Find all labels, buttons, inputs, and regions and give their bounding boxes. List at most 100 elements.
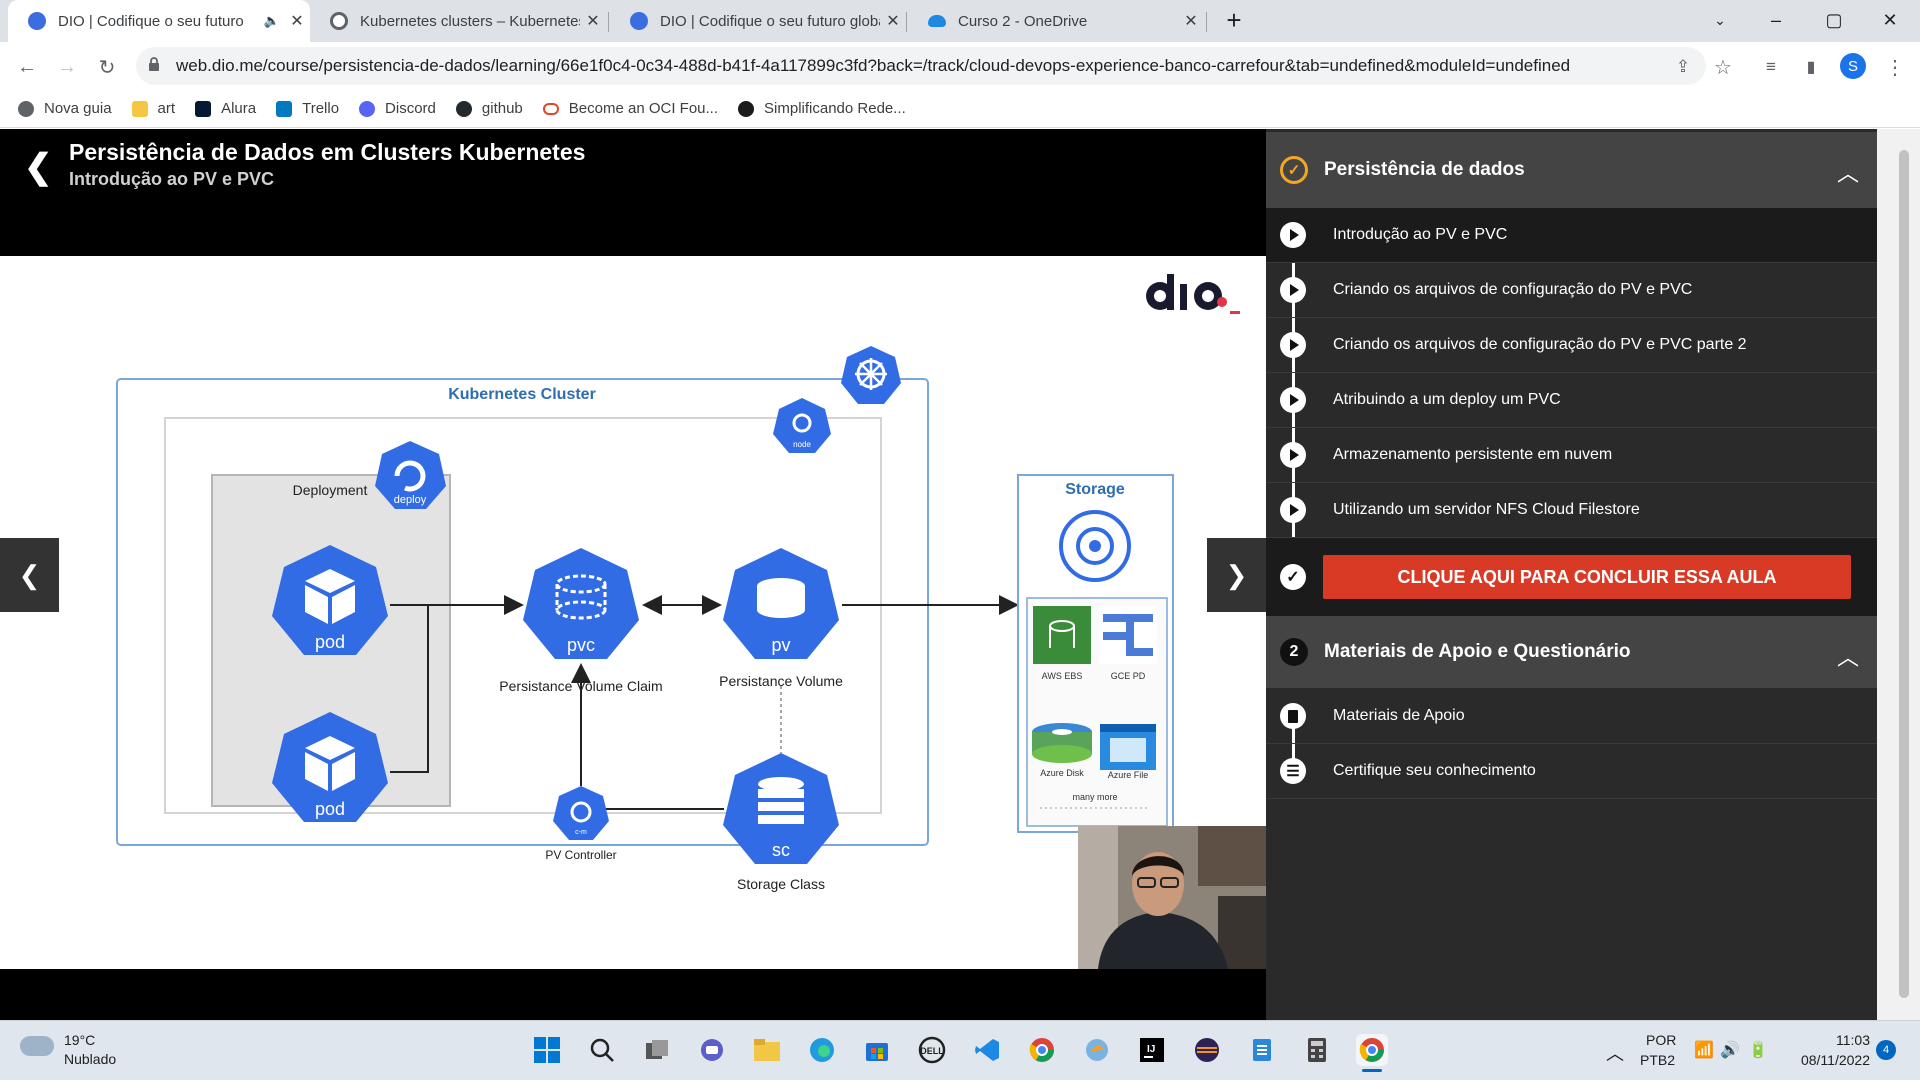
notepad-icon[interactable] <box>1246 1034 1278 1066</box>
module-title: Materiais de Apoio e Questionário <box>1324 641 1631 662</box>
wifi-icon[interactable]: 📶 <box>1694 1040 1714 1060</box>
lesson-item[interactable]: Atribuindo a um deploy um PVC <box>1266 373 1877 428</box>
active-app-indicator <box>1362 1069 1382 1072</box>
close-tab-icon[interactable]: ✕ <box>1178 11 1204 31</box>
side-panel-icon[interactable]: ▮ <box>1796 52 1826 82</box>
bookmark-discord[interactable]: Discord <box>359 100 436 117</box>
weather-temperature[interactable]: 19°C <box>64 1032 95 1048</box>
back-icon[interactable]: ← <box>12 52 42 82</box>
teams-chat-icon[interactable] <box>696 1034 728 1066</box>
scrollbar-thumb[interactable] <box>1899 150 1909 998</box>
reload-icon[interactable]: ↻ <box>92 52 122 82</box>
bookmark-nova-guia[interactable]: Nova guia <box>18 100 112 117</box>
pod-label: pod <box>315 799 345 819</box>
windows-start-icon[interactable] <box>531 1034 563 1066</box>
close-window-button[interactable]: ✕ <box>1862 0 1918 40</box>
bookmark-label: Discord <box>385 100 436 117</box>
share-icon[interactable]: ⇪ <box>1668 52 1698 82</box>
media-queue-icon[interactable]: ≡ <box>1756 52 1786 82</box>
lesson-item[interactable]: Introdução ao PV e PVC <box>1266 208 1877 263</box>
app-bird-icon[interactable] <box>1081 1034 1113 1066</box>
lesson-item[interactable]: Criando os arquivos de configuração do P… <box>1266 263 1877 318</box>
speaker-icon[interactable]: 🔈 <box>264 13 280 29</box>
close-tab-icon[interactable]: ✕ <box>880 11 906 31</box>
store-icon[interactable] <box>861 1034 893 1066</box>
url-text: web.dio.me/course/persistencia-de-dados/… <box>176 56 1571 75</box>
search-icon[interactable] <box>586 1034 618 1066</box>
pod-label: pod <box>315 632 345 652</box>
bookmark-art[interactable]: art <box>131 100 175 117</box>
quiz-item[interactable]: ☰ Certifique seu conhecimento <box>1266 744 1877 799</box>
sc-label: sc <box>772 840 790 860</box>
maximize-button[interactable]: ▢ <box>1806 0 1862 40</box>
close-tab-icon[interactable]: ✕ <box>580 11 606 31</box>
github-icon <box>455 100 472 117</box>
module-number-badge: 2 <box>1280 638 1308 666</box>
minimize-button[interactable]: – <box>1748 0 1804 40</box>
bookmark-trello[interactable]: Trello <box>276 100 339 117</box>
tab-search-chevron-icon[interactable]: ⌄ <box>1692 0 1748 40</box>
play-icon <box>1280 222 1306 248</box>
volume-icon[interactable]: 🔊 <box>1720 1040 1740 1060</box>
bookmark-alura[interactable]: Alura <box>195 100 256 117</box>
previous-slide-button[interactable]: ❮ <box>0 538 59 612</box>
browser-menu-icon[interactable]: ⋮ <box>1880 52 1910 82</box>
lesson-item[interactable]: Utilizando um servidor NFS Cloud Filesto… <box>1266 483 1877 538</box>
lesson-item[interactable]: Armazenamento persistente em nuvem <box>1266 428 1877 483</box>
tab-kubernetes[interactable]: Kubernetes clusters – Kubernetes ✕ <box>310 0 606 42</box>
provider-label: Azure File <box>1108 770 1149 780</box>
profile-avatar[interactable]: S <box>1840 53 1866 79</box>
keyboard-layout[interactable]: PTB2 <box>1640 1052 1675 1068</box>
bookmark-star-icon[interactable]: ☆ <box>1708 52 1738 82</box>
task-view-icon[interactable] <box>641 1034 673 1066</box>
azure-file-icon <box>1100 724 1156 770</box>
tab-onedrive[interactable]: Curso 2 - OneDrive ✕ <box>908 0 1204 42</box>
dell-icon[interactable]: DELL <box>916 1034 948 1066</box>
cloud-weather-icon[interactable] <box>20 1036 54 1056</box>
chrome-profile-icon[interactable] <box>1026 1034 1058 1066</box>
chevron-up-tray-icon[interactable]: ︿ <box>1606 1040 1624 1066</box>
notification-count: 4 <box>1882 1044 1890 1056</box>
close-tab-icon[interactable]: ✕ <box>284 11 310 31</box>
video-slide[interactable]: Kubernetes Cluster node Deployment deplo… <box>0 256 1266 969</box>
address-bar[interactable]: web.dio.me/course/persistencia-de-dados/… <box>136 47 1706 85</box>
weather-condition[interactable]: Nublado <box>64 1051 116 1067</box>
conclude-lesson-button[interactable]: CLIQUE AQUI PARA CONCLUIR ESSA AULA <box>1323 555 1851 599</box>
new-tab-button[interactable]: + <box>1206 0 1262 40</box>
bookmark-github[interactable]: github <box>455 100 523 117</box>
avatar-initial: S <box>1847 57 1858 75</box>
aws-ebs-icon <box>1033 606 1091 664</box>
chevron-up-icon[interactable]: ︿ <box>1837 640 1859 672</box>
chrome-active-icon[interactable] <box>1356 1034 1388 1066</box>
dio-favicon-icon <box>28 12 46 30</box>
bookmark-simplificando[interactable]: Simplificando Rede... <box>738 100 906 117</box>
forward-icon[interactable]: → <box>52 52 82 82</box>
material-item[interactable]: Materiais de Apoio <box>1266 689 1877 744</box>
next-slide-button[interactable]: ❯ <box>1207 538 1266 612</box>
lock-icon[interactable] <box>148 57 160 71</box>
clock-date[interactable]: 08/11/2022 <box>1794 1052 1870 1068</box>
notification-badge[interactable]: 4 <box>1876 1040 1896 1060</box>
lesson-label: Introdução ao PV e PVC <box>1333 226 1508 243</box>
clock-time[interactable]: 11:03 <box>1836 1032 1870 1048</box>
back-chevron-icon[interactable]: ❮ <box>24 147 64 187</box>
tab-dio-2[interactable]: DIO | Codifique o seu futuro global ✕ <box>610 0 906 42</box>
input-language[interactable]: POR <box>1646 1032 1676 1048</box>
module-header-persistencia[interactable]: ✓ Persistência de dados ︿ <box>1266 132 1877 208</box>
pv-label: pv <box>771 635 790 655</box>
vscode-icon[interactable] <box>971 1034 1003 1066</box>
eclipse-icon[interactable] <box>1191 1034 1223 1066</box>
node-badge-label: node <box>793 440 811 449</box>
battery-icon[interactable]: 🔋 <box>1748 1040 1768 1060</box>
calculator-icon[interactable] <box>1301 1034 1333 1066</box>
lesson-item[interactable]: Criando os arquivos de configuração do P… <box>1266 318 1877 373</box>
presenter-image <box>1078 826 1266 969</box>
chevron-up-icon[interactable]: ︿ <box>1837 156 1859 188</box>
intellij-icon[interactable]: IJ <box>1136 1034 1168 1066</box>
tab-dio-1[interactable]: DIO | Codifique o seu futuro 🔈 ✕ <box>8 0 310 42</box>
svg-text:IJ: IJ <box>1147 1044 1155 1055</box>
edge-icon[interactable] <box>806 1034 838 1066</box>
module-header-materiais[interactable]: 2 Materiais de Apoio e Questionário ︿ <box>1266 616 1877 688</box>
bookmark-oci[interactable]: Become an OCI Fou... <box>542 100 718 117</box>
file-explorer-icon[interactable] <box>751 1034 783 1066</box>
